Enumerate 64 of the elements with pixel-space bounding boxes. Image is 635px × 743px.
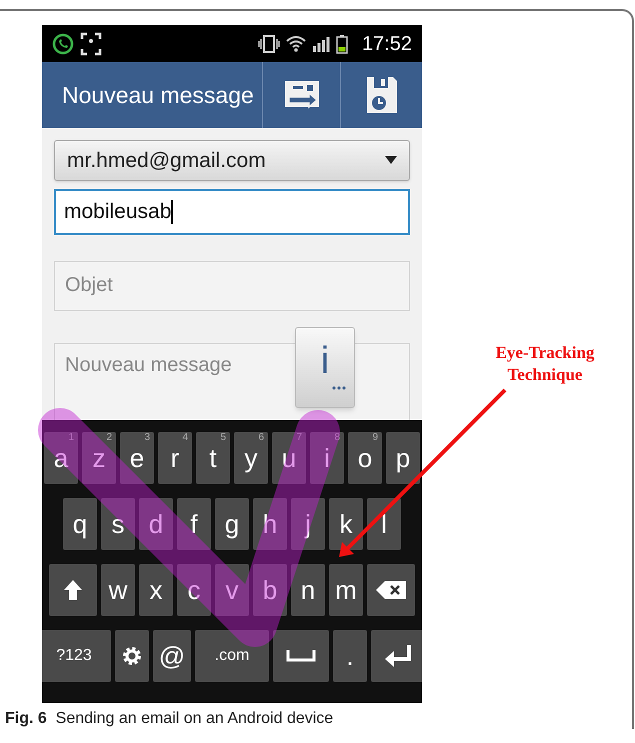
account-email: mr.hmed@gmail.com bbox=[67, 148, 267, 174]
subject-field[interactable]: Objet bbox=[54, 260, 410, 312]
keyboard-key[interactable]: f bbox=[177, 498, 211, 550]
keyboard-key[interactable]: @ bbox=[153, 630, 191, 682]
keyboard-key[interactable]: b bbox=[253, 564, 287, 616]
vibrate-icon bbox=[258, 34, 280, 54]
keyboard-key[interactable]: v bbox=[215, 564, 249, 616]
keyboard-key[interactable]: e 3 bbox=[120, 432, 154, 484]
keyboard-key[interactable]: n bbox=[291, 564, 325, 616]
keyboard-key[interactable]: d bbox=[139, 498, 173, 550]
key-number-hint: 9 bbox=[372, 433, 378, 443]
enter-icon bbox=[385, 645, 413, 667]
keyboard-key[interactable]: q bbox=[63, 498, 97, 550]
recipient-field[interactable]: mobileusab bbox=[54, 188, 410, 236]
backspace-icon bbox=[376, 581, 406, 599]
keyboard-key[interactable]: x bbox=[139, 564, 173, 616]
keyboard-key[interactable]: y 6 bbox=[234, 432, 268, 484]
figure-caption: Fig. 6 Sending an email on an Android device bbox=[5, 709, 334, 729]
signal-icon bbox=[312, 36, 330, 52]
key-number-hint: 5 bbox=[220, 433, 226, 443]
settings-icon bbox=[121, 645, 143, 667]
keyboard-key[interactable]: c bbox=[177, 564, 211, 616]
text-cursor bbox=[171, 200, 173, 224]
keyboard-key[interactable]: ?123 bbox=[42, 630, 111, 682]
wifi-icon bbox=[286, 34, 306, 52]
floppy-clock-icon bbox=[364, 75, 398, 115]
dropdown-caret-icon bbox=[385, 156, 397, 164]
key-preview-letter: i bbox=[320, 342, 330, 380]
keyboard-key[interactable]: o 9 bbox=[348, 432, 382, 484]
keyboard-key[interactable]: r 4 bbox=[158, 432, 192, 484]
keyboard-key[interactable]: z 2 bbox=[82, 432, 116, 484]
status-time: 17:52 bbox=[362, 32, 412, 56]
keyboard-key[interactable]: s bbox=[101, 498, 135, 550]
account-dropdown[interactable]: mr.hmed@gmail.com bbox=[54, 140, 410, 181]
battery-icon bbox=[336, 34, 348, 54]
more-icon bbox=[332, 386, 346, 390]
key-number-hint: 6 bbox=[258, 433, 264, 443]
keyboard-key[interactable]: g bbox=[215, 498, 249, 550]
keyboard-key[interactable]: k bbox=[329, 498, 363, 550]
key-number-hint: 8 bbox=[334, 433, 340, 443]
keyboard-key[interactable] bbox=[115, 630, 149, 682]
keyboard-key[interactable]: .com bbox=[195, 630, 269, 682]
key-number-hint: 2 bbox=[106, 433, 112, 443]
screenshot-icon bbox=[80, 32, 102, 56]
keyboard-key[interactable] bbox=[273, 630, 329, 682]
keyboard-key[interactable]: i 8 bbox=[310, 432, 344, 484]
keyboard-key[interactable]: w bbox=[101, 564, 135, 616]
keyboard-key[interactable]: . bbox=[333, 630, 367, 682]
shift-icon bbox=[64, 580, 82, 600]
keyboard-key[interactable]: j bbox=[291, 498, 325, 550]
keyboard-key[interactable] bbox=[367, 564, 415, 616]
keyboard-key[interactable] bbox=[49, 564, 97, 616]
space-icon bbox=[286, 650, 316, 662]
screen-title: Nouveau message bbox=[61, 80, 255, 110]
recipient-value: mobileusab bbox=[64, 199, 172, 226]
keyboard-key[interactable]: t 5 bbox=[196, 432, 230, 484]
keyboard-key[interactable] bbox=[371, 630, 422, 682]
keyboard-key[interactable]: p bbox=[386, 432, 420, 484]
chat-icon bbox=[52, 32, 74, 54]
key-number-hint: 4 bbox=[182, 433, 188, 443]
keyboard-key[interactable]: h bbox=[253, 498, 287, 550]
key-number-hint: 3 bbox=[144, 433, 150, 443]
keyboard-key[interactable]: m bbox=[329, 564, 363, 616]
annotation-label: Eye-Tracking Technique bbox=[494, 342, 596, 386]
